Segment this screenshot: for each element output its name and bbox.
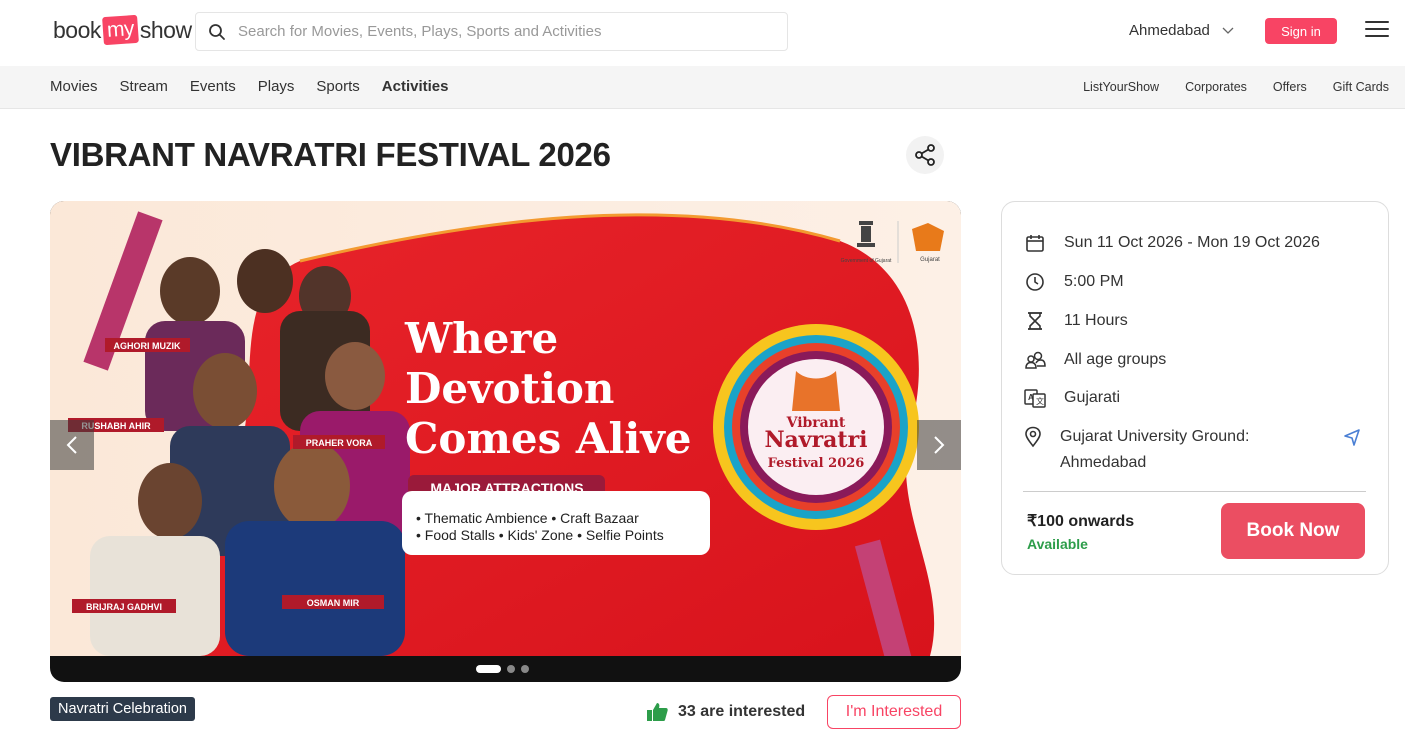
availability-status: Available (1027, 536, 1088, 552)
nav-item-events[interactable]: Events (190, 78, 236, 95)
poster-headline-line1: Where (404, 314, 558, 363)
chevron-right-icon (934, 436, 945, 454)
nav-item-movies[interactable]: Movies (50, 78, 98, 95)
location-pin-icon (1024, 426, 1042, 448)
nav-item-listyourshow[interactable]: ListYourShow (1083, 80, 1159, 94)
event-date: Sun 11 Oct 2026 - Mon 19 Oct 2026 (1064, 234, 1320, 251)
category-tag[interactable]: Navratri Celebration (50, 697, 195, 721)
search-input[interactable] (238, 23, 758, 40)
carousel-dot-3[interactable] (521, 665, 529, 673)
share-icon (915, 144, 935, 166)
festival-badge: Vibrant Navratri Festival 2026 (713, 324, 919, 530)
nav-item-stream[interactable]: Stream (120, 78, 168, 95)
city-label: Ahmedabad (1129, 22, 1210, 39)
svg-text:文: 文 (1036, 396, 1044, 406)
calendar-icon (1024, 232, 1046, 254)
gov-label: Government of Gujarat (841, 258, 892, 264)
bookmyshow-logo[interactable]: book my show (53, 14, 192, 46)
interest-count: 33 are interested (646, 702, 805, 722)
logo-highlight: my (101, 14, 139, 46)
search-bar[interactable] (195, 12, 788, 51)
age-row: All age groups (1024, 349, 1166, 373)
time-row: 5:00 PM (1024, 271, 1124, 295)
attractions-line: • Food Stalls • Kids' Zone • Selfie Poin… (416, 527, 664, 543)
badge-title-bottom: Festival 2026 (768, 456, 865, 471)
carousel-next-button[interactable] (917, 420, 961, 470)
carousel-dots (476, 665, 529, 673)
event-time: 5:00 PM (1064, 273, 1124, 290)
nav-item-activities[interactable]: Activities (382, 78, 449, 95)
carousel-dot-2[interactable] (507, 665, 515, 673)
event-age: All age groups (1064, 351, 1167, 368)
carousel-dot-1[interactable] (476, 665, 501, 673)
chevron-down-icon (1222, 27, 1234, 34)
interested-button[interactable]: I'm Interested (827, 695, 961, 729)
people-icon (1024, 349, 1046, 371)
artist-label: OSMAN MIR (307, 598, 360, 608)
event-language: Gujarati (1064, 389, 1121, 406)
attractions-line: • Thematic Ambience • Craft Bazaar (416, 510, 639, 526)
badge-title-mid: Navratri (764, 427, 867, 453)
sign-in-button[interactable]: Sign in (1265, 18, 1337, 44)
search-icon (209, 23, 225, 40)
city-selector[interactable]: Ahmedabad (1129, 22, 1234, 39)
nav-item-offers[interactable]: Offers (1273, 80, 1307, 94)
poster-headline-line2: Devotion (405, 364, 614, 413)
clock-icon (1024, 271, 1046, 293)
thumbs-up-icon (647, 703, 668, 721)
poster-headline-line3: Comes Alive (405, 414, 692, 463)
carousel-prev-button[interactable] (50, 420, 94, 470)
menu-icon[interactable] (1365, 21, 1389, 39)
nav-right: ListYourShow Corporates Offers Gift Card… (1083, 80, 1389, 94)
nav-item-gift-cards[interactable]: Gift Cards (1333, 80, 1389, 94)
artist-label: BRIJRAJ GADHVI (86, 602, 162, 612)
price-text: ₹100 onwards (1027, 513, 1135, 530)
nav-item-plays[interactable]: Plays (258, 78, 295, 95)
tourism-label: Gujarat (920, 257, 940, 263)
event-title: VIBRANT NAVRATRI FESTIVAL 2026 (50, 136, 611, 173)
artist-label: PRAHER VORA (306, 438, 373, 448)
nav-item-sports[interactable]: Sports (316, 78, 359, 95)
share-button[interactable] (906, 136, 944, 174)
top-header: book my show Ahmedabad Sign in (0, 0, 1405, 66)
svg-text:A: A (1028, 393, 1034, 402)
interest-count-text: 33 are interested (678, 703, 806, 720)
event-banner-carousel[interactable]: AGHORI MUZIK RUSHABH AHIR PRAHER VORA BR… (50, 201, 961, 682)
event-venue[interactable]: Gujarat University Ground: Ahmedabad (1060, 424, 1254, 476)
chevron-left-icon (66, 436, 77, 454)
language-icon: A文 (1024, 387, 1046, 409)
hourglass-icon (1024, 310, 1046, 332)
event-details-card: Sun 11 Oct 2026 - Mon 19 Oct 2026 5:00 P… (1001, 201, 1389, 575)
logo-suffix: show (139, 16, 192, 43)
event-duration: 11 Hours (1064, 312, 1128, 329)
duration-row: 11 Hours (1024, 310, 1128, 334)
date-row: Sun 11 Oct 2026 - Mon 19 Oct 2026 (1024, 232, 1320, 256)
nav-left: Movies Stream Events Plays Sports Activi… (50, 78, 448, 95)
nav-item-corporates[interactable]: Corporates (1185, 80, 1247, 94)
venue-row: Gujarat University Ground: Ahmedabad (1024, 426, 1254, 476)
book-now-button[interactable]: Book Now (1221, 503, 1365, 559)
logo-prefix: book (53, 16, 101, 43)
category-nav: Movies Stream Events Plays Sports Activi… (0, 66, 1405, 109)
navigation-arrow-icon[interactable] (1343, 428, 1361, 446)
event-poster: AGHORI MUZIK RUSHABH AHIR PRAHER VORA BR… (50, 201, 961, 656)
language-row: A文 Gujarati (1024, 387, 1120, 411)
card-divider (1023, 491, 1366, 492)
artist-label: AGHORI MUZIK (114, 341, 181, 351)
